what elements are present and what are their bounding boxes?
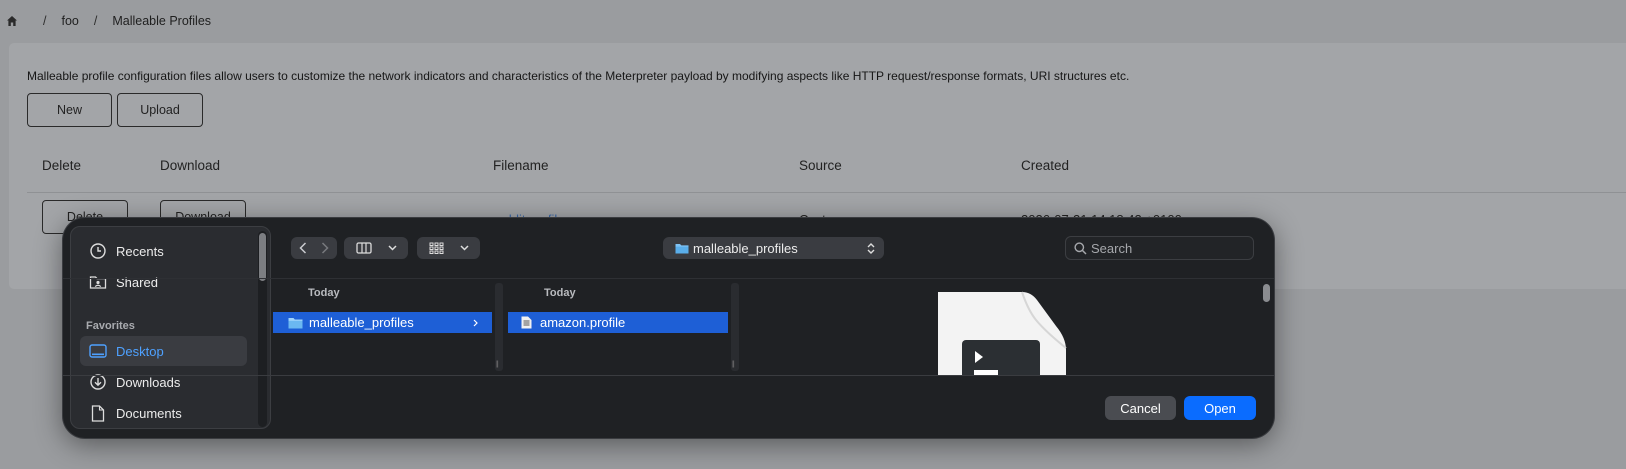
column2-header: Today — [544, 287, 576, 299]
cancel-button[interactable]: Cancel — [1105, 396, 1176, 420]
column1-header: Today — [308, 287, 340, 299]
sidebar-item-label: Shared — [116, 274, 158, 290]
column-header-filename: Filename — [493, 158, 549, 173]
shared-folder-icon — [89, 273, 107, 291]
breadcrumb-item-current: Malleable Profiles — [112, 14, 212, 28]
file-row-amazon-profile[interactable]: amazon.profile — [508, 312, 728, 333]
open-button[interactable]: Open — [1184, 396, 1256, 420]
preview-scrollbar[interactable] — [1261, 282, 1272, 372]
sidebar-item-label: Desktop — [116, 343, 164, 359]
sidebar-item-label: Documents — [116, 405, 182, 421]
browser-top-border — [63, 278, 1274, 279]
scrollbar-thumb[interactable] — [1263, 284, 1270, 302]
column-header-download: Download — [160, 158, 221, 173]
breadcrumb-item-foo[interactable]: foo — [61, 14, 78, 28]
up-down-chevron-icon — [867, 242, 875, 254]
new-button[interactable]: New — [27, 93, 112, 127]
column-resize-handle[interactable]: || — [731, 283, 739, 371]
search-field[interactable] — [1065, 236, 1254, 260]
breadcrumb: / foo / Malleable Profiles — [6, 13, 211, 29]
back-icon[interactable] — [292, 242, 314, 254]
sidebar-group-favorites: Favorites — [86, 320, 135, 332]
sidebar-item-downloads[interactable]: Downloads — [80, 367, 247, 397]
column-header-delete: Delete — [42, 158, 82, 173]
folder-icon — [288, 317, 303, 329]
home-icon[interactable] — [6, 15, 18, 27]
group-by-button[interactable] — [417, 237, 480, 259]
file-open-dialog: Recents Shared Favorites Desktop Downloa… — [63, 218, 1274, 438]
sidebar-item-documents[interactable]: Documents — [80, 398, 247, 428]
column-header-created: Created — [1021, 158, 1070, 173]
sidebar-scrollbar[interactable] — [258, 231, 267, 427]
search-icon — [1074, 241, 1087, 255]
upload-button[interactable]: Upload — [117, 93, 203, 127]
column-header-source: Source — [799, 158, 842, 173]
browser-bottom-border — [63, 375, 1274, 376]
chevron-down-icon — [459, 245, 469, 251]
folder-icon — [675, 243, 689, 254]
document-icon — [521, 316, 532, 329]
sidebar-item-desktop[interactable]: Desktop — [80, 336, 247, 366]
path-popup[interactable]: malleable_profiles — [663, 237, 884, 259]
page-description: Malleable profile configuration files al… — [27, 69, 1130, 83]
forward-icon[interactable] — [314, 242, 336, 254]
view-mode-button[interactable] — [344, 237, 408, 259]
sidebar-item-label: Recents — [116, 243, 164, 259]
back-forward-control — [291, 237, 337, 259]
sidebar-item-shared[interactable]: Shared — [80, 267, 247, 297]
document-icon — [89, 404, 107, 422]
chevron-down-icon — [387, 245, 397, 251]
folder-row-malleable-profiles[interactable]: malleable_profiles — [273, 312, 492, 333]
search-input[interactable] — [1091, 240, 1241, 256]
scrollbar-thumb[interactable] — [259, 233, 266, 281]
sidebar-item-partial[interactable]: malleable_p — [80, 425, 247, 428]
path-label: malleable_profiles — [693, 240, 798, 256]
desktop-icon — [89, 342, 107, 360]
dialog-sidebar: Recents Shared Favorites Desktop Downloa… — [70, 226, 271, 429]
clock-icon — [89, 242, 107, 260]
chevron-right-icon — [473, 319, 478, 327]
sidebar-item-recents[interactable]: Recents — [80, 236, 247, 266]
column-resize-handle[interactable]: || — [495, 283, 503, 371]
file-preview-icon — [938, 291, 1067, 376]
grid-icon — [429, 242, 444, 254]
list-item-label: amazon.profile — [540, 315, 626, 330]
breadcrumb-separator: / — [43, 14, 47, 28]
table-divider — [27, 192, 1626, 193]
breadcrumb-separator: / — [93, 14, 98, 28]
column-view-icon — [355, 242, 372, 254]
sidebar-item-label: Downloads — [116, 374, 181, 390]
list-item-label: malleable_profiles — [309, 315, 414, 330]
